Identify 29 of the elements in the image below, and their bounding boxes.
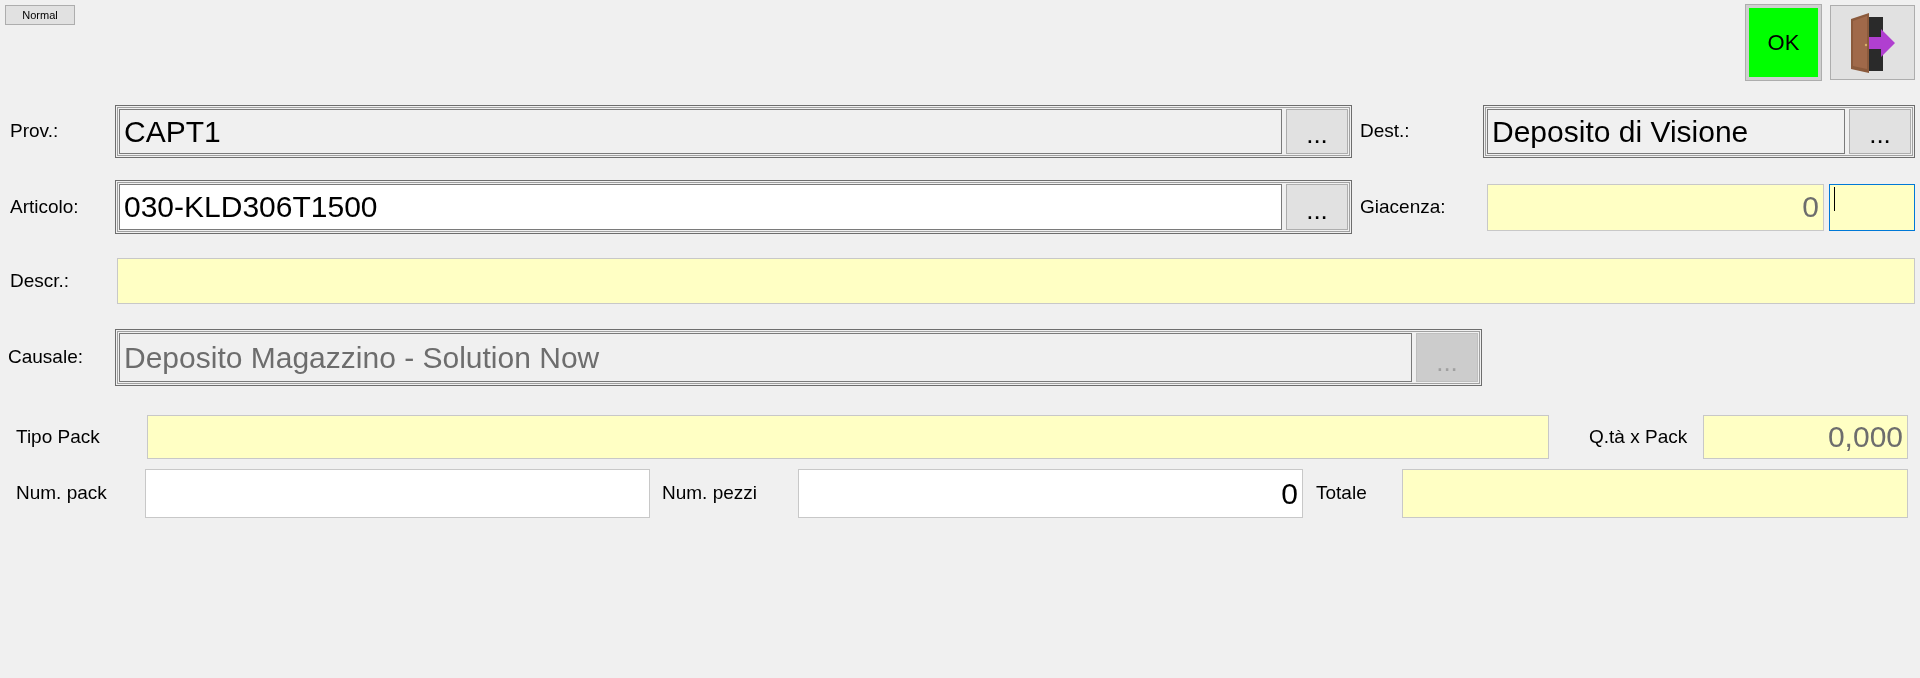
browse-button[interactable]: ... — [1286, 109, 1348, 154]
input-field[interactable]: 030-KLD306T1500 — [119, 184, 1282, 230]
input-field[interactable] — [1829, 183, 1915, 231]
ok-button[interactable]: OK — [1746, 5, 1821, 80]
input-field[interactable] — [147, 415, 1549, 459]
field-label: Tipo Pack — [15, 424, 101, 449]
field-label: Num. pack — [15, 481, 108, 506]
exit-button[interactable] — [1830, 5, 1915, 80]
field-label: Q.tà x Pack — [1589, 424, 1689, 449]
field-label: Causale: — [7, 345, 84, 370]
field-label: Giacenza: — [1360, 194, 1447, 219]
browse-button[interactable]: ... — [1286, 184, 1348, 230]
input-field[interactable]: 0 — [1487, 183, 1824, 231]
door-exit-icon — [1848, 10, 1897, 75]
field-label: Prov.: — [9, 119, 60, 144]
field-label: Totale — [1316, 481, 1368, 506]
input-field[interactable] — [145, 469, 650, 518]
browse-button[interactable]: ... — [1849, 109, 1911, 154]
field-label: Descr.: — [9, 268, 71, 293]
input-field[interactable]: Deposito di Visione — [1487, 109, 1845, 154]
input-field[interactable] — [1402, 469, 1908, 518]
input-field[interactable]: 0,000 — [1703, 415, 1908, 459]
field-label: Articolo: — [9, 194, 80, 219]
input-field[interactable] — [117, 258, 1915, 304]
input-field[interactable]: 0 — [798, 469, 1303, 518]
field-label: Num. pezzi — [662, 481, 759, 506]
mode-button[interactable]: Normal — [5, 5, 75, 25]
input-field[interactable]: CAPT1 — [119, 109, 1282, 154]
field-label: Dest.: — [1360, 119, 1411, 144]
